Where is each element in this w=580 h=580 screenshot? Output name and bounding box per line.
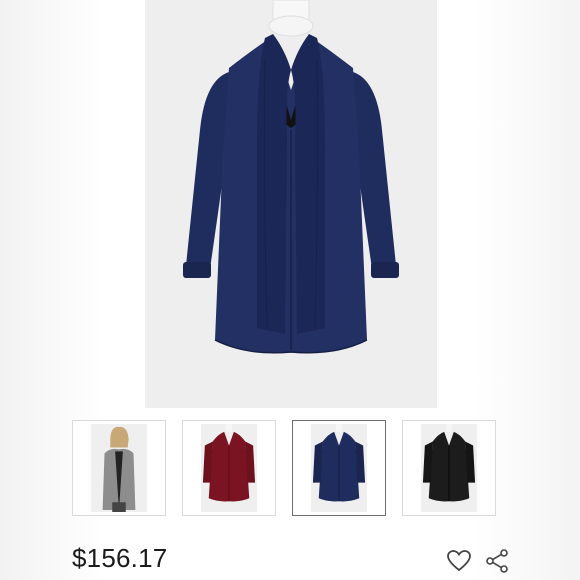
thumbnail-burgundy[interactable] <box>182 420 276 516</box>
thumbnail-grey-image <box>91 424 147 512</box>
product-image[interactable] <box>145 0 437 408</box>
product-price: $156.17 <box>72 543 168 573</box>
share-icon[interactable] <box>484 548 510 574</box>
thumbnail-navy-image <box>311 424 367 512</box>
thumbnail-black-image <box>421 424 477 512</box>
thumbnail-navy[interactable] <box>292 420 386 516</box>
thumbnail-strip <box>0 420 580 518</box>
heart-icon[interactable] <box>446 548 472 574</box>
thumbnail-grey[interactable] <box>72 420 166 516</box>
thumbnail-black[interactable] <box>402 420 496 516</box>
thumbnail-burgundy-image <box>201 424 257 512</box>
